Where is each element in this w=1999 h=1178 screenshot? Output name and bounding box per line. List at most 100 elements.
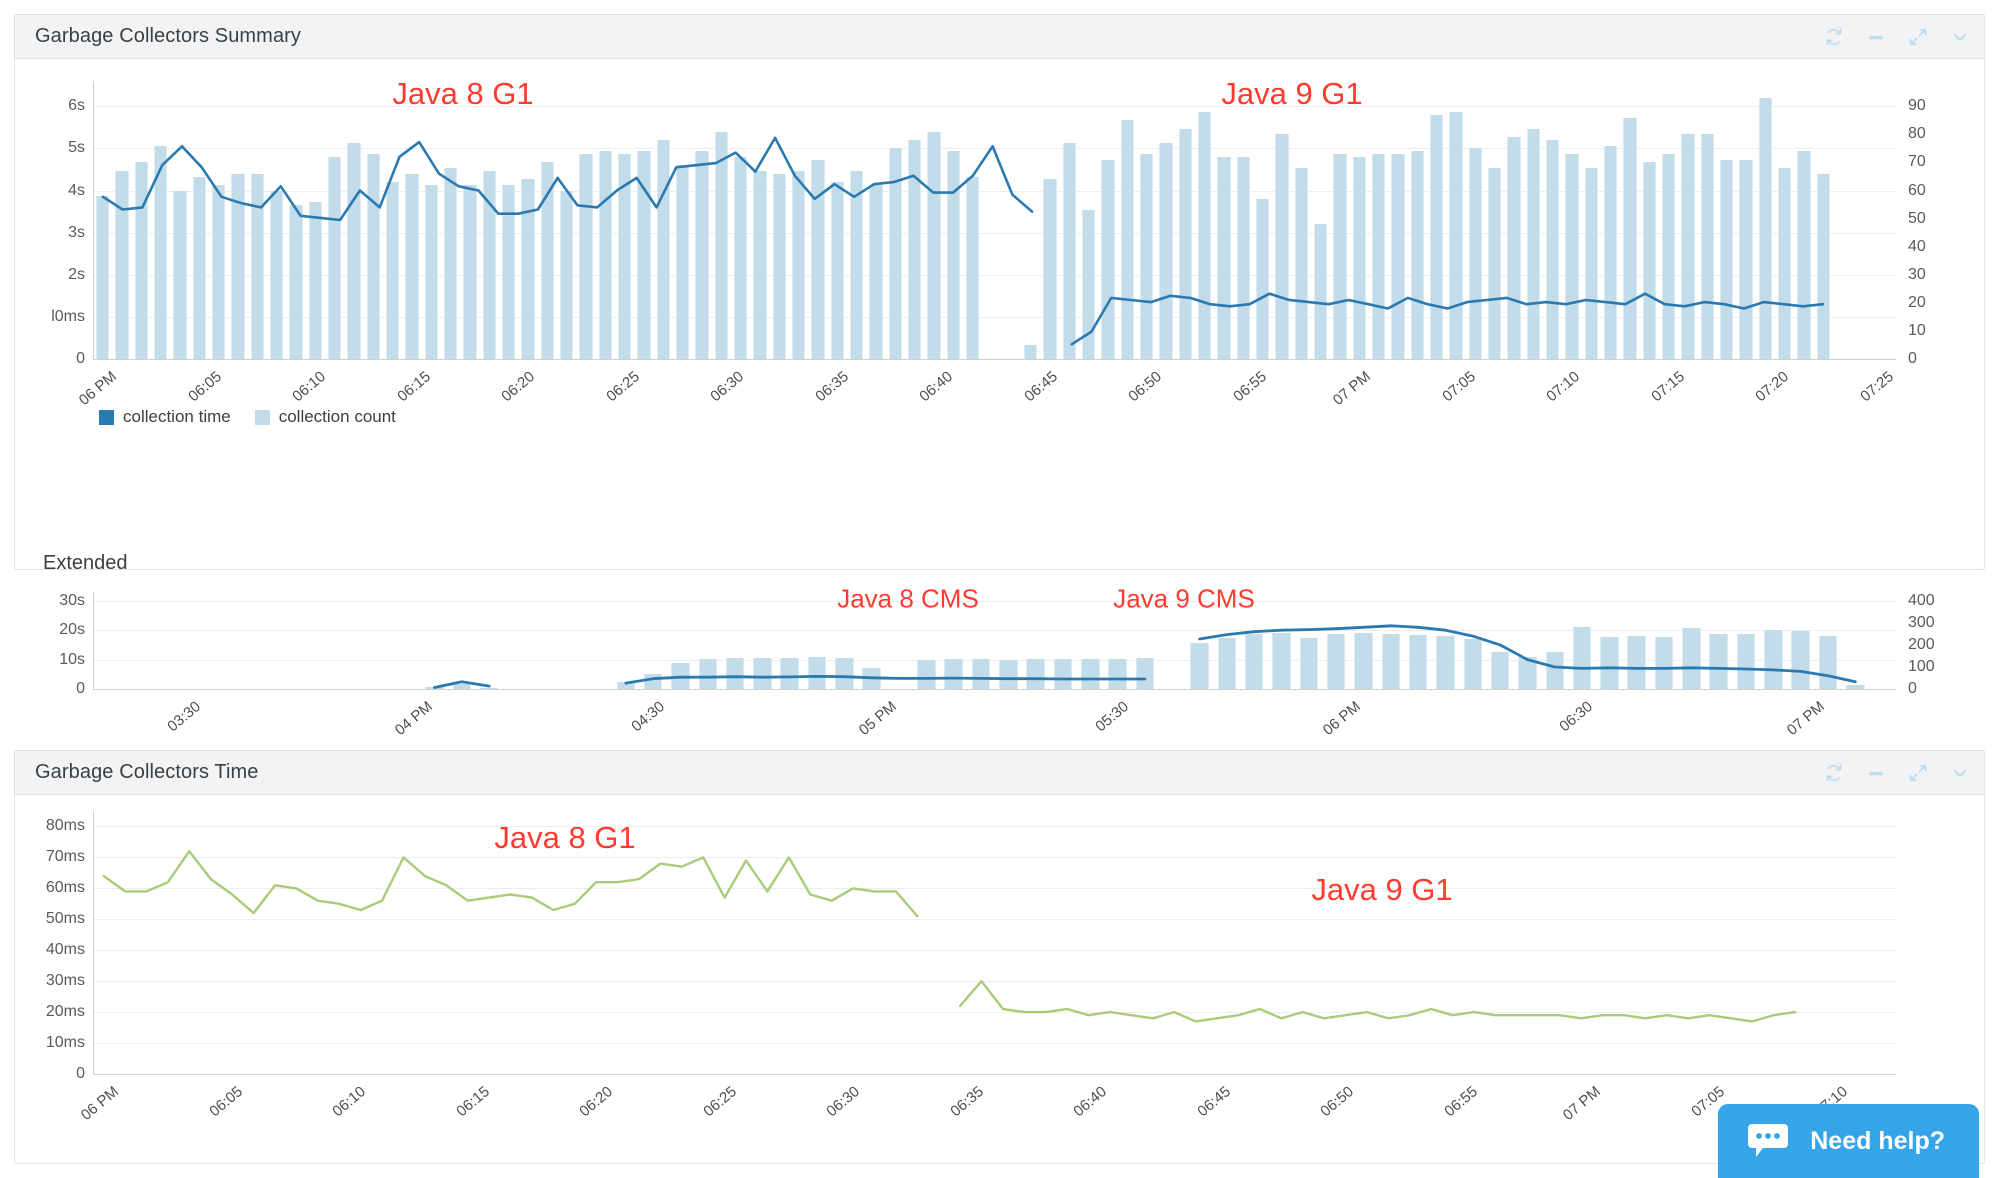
panel-summary-body: 6s 5s 4s 3s 2s l0ms 0 90 80 70 60 50 40 30 20 10 0 06 PM 0… [15, 59, 1984, 739]
expand-icon[interactable] [1908, 27, 1928, 47]
y2-axis-tick-label: 90 [1908, 97, 1926, 115]
series-lines [102, 850, 1797, 1023]
x-axis-line [93, 1074, 1896, 1075]
y-axis-tick-label: 50ms [45, 910, 85, 928]
y-axis-tick-label: 80ms [45, 817, 85, 835]
chart-annotation: Java 8 G1 [494, 820, 636, 855]
legend-swatch-collection-count [254, 409, 270, 425]
series-lines [101, 136, 1825, 346]
chat-bubble-icon [1746, 1124, 1790, 1158]
panel-garbage-collectors-time: Garbage Collectors Time 80ms 70ms 60ms 5… [14, 750, 1985, 1164]
x-axis-tick-label: 06 PM [77, 1083, 122, 1124]
x-axis-tick-label: 06:10 [329, 1083, 369, 1121]
y-axis-tick-label: 2s [68, 265, 85, 283]
y-axis-tick-label: 60ms [45, 879, 85, 897]
y-axis-tick-label: 0 [76, 1065, 85, 1082]
chevron-down-icon[interactable] [1950, 763, 1970, 783]
y2-axis-tick-label: 80 [1908, 125, 1926, 143]
y-axis-line [93, 81, 94, 360]
x-axis-tick-label: 07 PM [1559, 1083, 1604, 1124]
y-axis-tick-label: 70ms [45, 848, 85, 866]
y2-axis-tick-label: 70 [1908, 153, 1926, 171]
minimize-icon[interactable] [1866, 763, 1886, 783]
x-axis-tick-label: 06:20 [576, 1083, 616, 1121]
y2-axis-tick-label: 60 [1908, 181, 1926, 199]
chart-gc-summary[interactable]: 6s 5s 4s 3s 2s l0ms 0 90 80 70 60 50 40 30 20 10 0 06 PM 0… [15, 59, 1984, 439]
chart-annotation: Java 8 CMS [837, 583, 979, 614]
x-axis-tick-label: 06:45 [1193, 1083, 1234, 1121]
x-axis-tick-label: 06:05 [205, 1083, 246, 1121]
y-axis-tick-label: 0 [76, 350, 85, 367]
panel-time-header: Garbage Collectors Time [15, 751, 1984, 795]
chart-annotation: Java 9 G1 [1221, 76, 1363, 111]
series-line [433, 624, 1857, 689]
chart-annotation: Java 9 CMS [1113, 583, 1255, 614]
chevron-down-icon[interactable] [1950, 27, 1970, 47]
y2-axis-tick-label: 100 [1908, 657, 1935, 675]
y-axis-tick-label: 3s [68, 223, 85, 241]
y2-axis-tick-label: 40 [1908, 237, 1926, 255]
y2-axis-tick-label: 0 [1908, 680, 1917, 697]
x-axis-tick-label: 07:05 [1438, 368, 1479, 406]
y2-axis-tick-label: 20 [1908, 293, 1926, 311]
x-axis-tick-label: 07:15 [1647, 368, 1688, 406]
panel-time-toolbar [1824, 763, 1970, 783]
need-help-label: Need help? [1810, 1126, 1945, 1155]
y2-axis-tick-label: 300 [1908, 613, 1935, 631]
x-axis-tick-label: 06:30 [707, 368, 747, 406]
dashboard-page: Garbage Collectors Summary 6s 5s 4s 3s 2… [0, 0, 1999, 1178]
x-axis-line [93, 689, 1896, 690]
panel-time-title: Garbage Collectors Time [35, 761, 259, 783]
minimize-icon[interactable] [1866, 27, 1886, 47]
y-axis-tick-label: l0ms [51, 307, 85, 325]
y-axis-tick-label: 30ms [45, 972, 85, 990]
series-line [101, 136, 1825, 346]
series-lines [433, 624, 1857, 689]
y-axis-tick-label: 5s [68, 139, 85, 157]
series-line [102, 850, 1797, 1023]
y-axis-tick-label: 40ms [45, 941, 85, 959]
chart-annotation: Java 9 G1 [1311, 872, 1453, 907]
legend-item-collection-count[interactable]: collection count [254, 407, 396, 427]
extended-section-title: Extended [43, 552, 128, 574]
y-axis-line [93, 811, 94, 1075]
x-axis-tick-label: 06:15 [452, 1083, 493, 1121]
x-axis-tick-label: 06:55 [1440, 1083, 1481, 1121]
y-axis-tick-label: 4s [68, 181, 85, 199]
x-axis-line [93, 359, 1896, 360]
x-axis-tick-label: 06:20 [498, 368, 538, 406]
legend-item-collection-time[interactable]: collection time [99, 407, 231, 427]
panel-summary-toolbar [1824, 27, 1970, 47]
need-help-button[interactable]: Need help? [1718, 1104, 1979, 1178]
y-axis-line [93, 592, 94, 690]
legend-label-collection-count: collection count [278, 407, 396, 426]
panel-time-body: 80ms 70ms 60ms 50ms 40ms 30ms 20ms 10ms 0 06 PM 06… [15, 795, 1984, 1164]
refresh-icon[interactable] [1824, 763, 1844, 783]
refresh-icon[interactable] [1824, 27, 1844, 47]
chart-gc-extended[interactable]: 30s 20s 10s 0 400 300 200 100 0 03:30 04 PM 04:30 05… [15, 584, 1984, 749]
y-axis-tick-label: 0 [76, 680, 85, 697]
y2-axis-tick-label: 0 [1908, 350, 1917, 367]
y-axis-tick-label: 30s [59, 591, 85, 609]
y-axis-tick-label: 10ms [45, 1034, 85, 1052]
y-axis-tick-label: 6s [68, 97, 85, 115]
x-axis-tick-label: 06:30 [823, 1083, 863, 1121]
expand-icon[interactable] [1908, 763, 1928, 783]
x-axis-tick-label: 06:40 [916, 368, 956, 406]
panel-summary-title: Garbage Collectors Summary [35, 25, 302, 47]
x-axis-tick-label: 07:25 [1856, 368, 1897, 406]
y2-axis-tick-label: 10 [1908, 321, 1926, 339]
chart-gc-time[interactable]: 80ms 70ms 60ms 50ms 40ms 30ms 20ms 10ms 0 06 PM 06… [15, 795, 1984, 1164]
x-axis-tick-label: 07 PM [1329, 368, 1374, 409]
chart-legend: collection time collection count [99, 407, 410, 427]
y2-axis-tick-label: 400 [1908, 591, 1935, 609]
panel-garbage-collectors-summary: Garbage Collectors Summary 6s 5s 4s 3s 2… [14, 14, 1985, 739]
x-axis-tick-label: 06:50 [1125, 368, 1165, 406]
y-axis-tick-label: 20ms [45, 1003, 85, 1021]
y2-axis-tick-label: 50 [1908, 209, 1926, 227]
x-axis-tick-label: 06:25 [602, 368, 643, 406]
x-axis-tick-label: 06:55 [1229, 368, 1270, 406]
chart-summary-plot [93, 81, 1896, 359]
x-axis-tick-label: 06:35 [811, 368, 852, 406]
chart-extended-plot [93, 592, 1896, 689]
